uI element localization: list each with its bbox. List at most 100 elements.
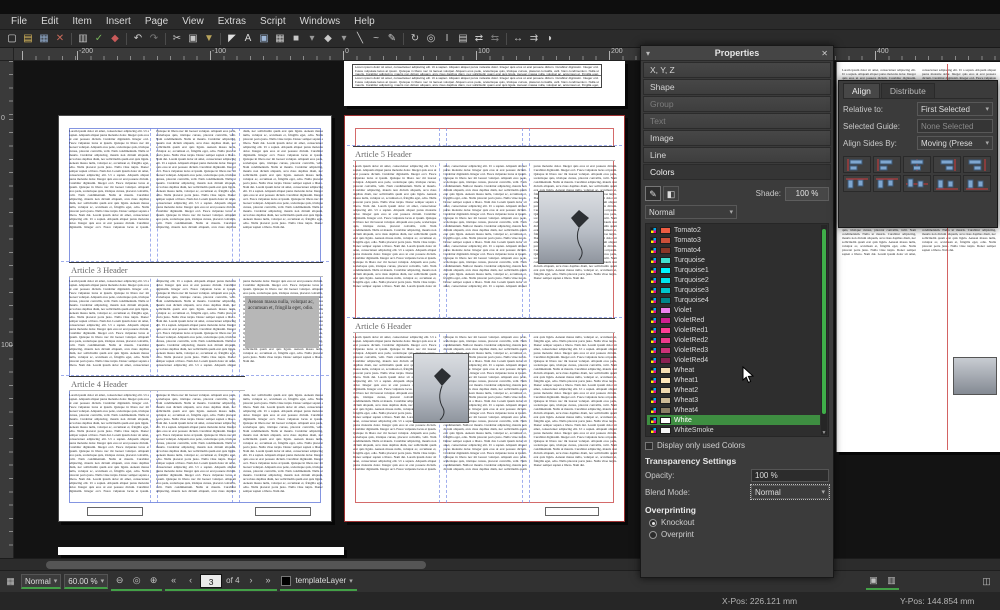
copy-icon[interactable]: ▣ xyxy=(185,31,201,46)
insert-bezier-icon[interactable]: ~ xyxy=(368,31,384,46)
next-page-partial[interactable] xyxy=(58,547,344,555)
close-icon[interactable]: ✕ xyxy=(821,49,828,58)
vertical-ruler[interactable]: 0100200 xyxy=(0,61,14,558)
align-left-edges-button[interactable] xyxy=(873,156,901,173)
ruler-corner[interactable] xyxy=(0,48,14,61)
menu-extras[interactable]: Extras xyxy=(211,15,253,28)
link-text-frames-icon[interactable]: ⇄ xyxy=(471,31,487,46)
insert-shape-icon[interactable]: ■ xyxy=(288,31,304,46)
color-row-wheat3[interactable]: Wheat3 xyxy=(647,395,820,405)
measurements-icon[interactable]: ↔ xyxy=(510,31,526,46)
photo-frame[interactable] xyxy=(953,357,997,395)
color-row-violet[interactable]: Violet xyxy=(647,305,820,315)
color-row-whitesmoke[interactable]: WhiteSmoke xyxy=(647,425,820,435)
article-6-header[interactable]: Article 6 Header xyxy=(353,318,615,333)
align-left-to-right-of-anchor-button[interactable] xyxy=(963,156,991,173)
scroll-down-icon[interactable]: ▼ xyxy=(821,430,827,436)
align-top-to-bottom-of-anchor-button[interactable] xyxy=(963,175,991,192)
menu-view[interactable]: View xyxy=(175,15,211,28)
page-number-frame[interactable] xyxy=(87,507,143,516)
color-row-wheat1[interactable]: Wheat1 xyxy=(647,375,820,385)
section-colors[interactable]: Colors xyxy=(643,164,831,180)
menu-page[interactable]: Page xyxy=(138,15,175,28)
redo-icon[interactable]: ↷ xyxy=(146,31,162,46)
page-number-field[interactable]: 3 xyxy=(200,574,222,588)
section-line[interactable]: Line xyxy=(643,147,831,163)
color-row-wheat2[interactable]: Wheat2 xyxy=(647,385,820,395)
color-row-wheat[interactable]: Wheat xyxy=(647,365,820,375)
color-row-turquoise[interactable]: Turquoise xyxy=(647,255,820,265)
scrollbar-thumb[interactable] xyxy=(822,229,826,414)
color-row-violetred4[interactable]: VioletRed4 xyxy=(647,355,820,365)
display-used-colors-row[interactable]: Display only used Colors xyxy=(645,441,829,450)
polygon-dropdown-icon[interactable]: ▾ xyxy=(336,31,352,46)
horizontal-ruler[interactable]: -200-1000100200300400 xyxy=(14,48,1000,61)
align-bottom-to-top-of-anchor-button[interactable] xyxy=(843,175,871,192)
text-frame[interactable]: Lorem ipsum dolor sit amet, consectetuer… xyxy=(69,129,323,259)
align-right-to-left-of-anchor-button[interactable] xyxy=(843,156,871,173)
text-frame[interactable]: Lorem ipsum dolor sit amet, consectetuer… xyxy=(353,335,617,503)
masthead-frame[interactable]: Lorem ipsum dolor sit amet, consectetuer… xyxy=(352,64,602,88)
unlink-text-frames-icon[interactable]: ⇆ xyxy=(487,31,503,46)
color-list-scrollbar[interactable] xyxy=(821,225,827,435)
save-icon[interactable]: ▦ xyxy=(36,31,52,46)
page-left[interactable]: Lorem ipsum dolor sit amet, consectetuer… xyxy=(58,115,332,522)
panel-collapse-icon[interactable]: ▾ xyxy=(646,49,650,58)
insert-polygon-icon[interactable]: ◆ xyxy=(320,31,336,46)
open-document-icon[interactable]: ▤ xyxy=(20,31,36,46)
properties-panel-titlebar[interactable]: ▾ Properties ✕ xyxy=(641,46,833,61)
color-row-violetred2[interactable]: VioletRed2 xyxy=(647,335,820,345)
overprint-radio[interactable]: Overprint xyxy=(649,530,829,539)
export-pdf-icon[interactable]: ◆ xyxy=(107,31,123,46)
display-used-colors-checkbox[interactable] xyxy=(645,442,653,450)
kite-photo-1[interactable] xyxy=(538,191,604,264)
color-row-tomato2[interactable]: Tomato2 xyxy=(647,225,820,235)
insert-freehand-icon[interactable]: ✎ xyxy=(384,31,400,46)
align-center-horizontal-button[interactable] xyxy=(903,156,931,173)
insert-image-frame-icon[interactable]: ▣ xyxy=(256,31,272,46)
layer-select[interactable]: templateLayer▾ xyxy=(293,573,356,588)
image-quality-select[interactable]: Normal▾ xyxy=(21,574,61,589)
section-group[interactable]: Group xyxy=(643,96,831,112)
toggle-images-icon[interactable]: ▣ xyxy=(866,573,881,588)
last-page-icon[interactable]: » xyxy=(261,573,276,588)
page-right[interactable]: Article 5 Header Lorem ipsum dolor sit a… xyxy=(344,115,625,522)
menu-insert[interactable]: Insert xyxy=(99,15,138,28)
page-number-frame[interactable] xyxy=(255,507,311,516)
align-sides-select[interactable]: Moving (Prese▾ xyxy=(917,136,993,150)
insert-table-icon[interactable]: ▦ xyxy=(272,31,288,46)
edit-contents-icon[interactable]: I xyxy=(439,31,455,46)
cut-icon[interactable]: ✂ xyxy=(169,31,185,46)
color-row-tomato4[interactable]: Tomato4 xyxy=(647,245,820,255)
section-xyz[interactable]: X, Y, Z xyxy=(643,62,831,78)
preflight-verifier-icon[interactable]: ✓ xyxy=(91,31,107,46)
page-number-frame[interactable] xyxy=(545,507,599,516)
shape-dropdown-icon[interactable]: ▾ xyxy=(304,31,320,46)
undo-icon[interactable]: ↶ xyxy=(130,31,146,46)
color-row-violetred[interactable]: VioletRed xyxy=(647,315,820,325)
menu-item[interactable]: Item xyxy=(65,15,98,28)
align-bottom-edges-button[interactable] xyxy=(933,175,961,192)
align-top-edges-button[interactable] xyxy=(873,175,901,192)
next-page-icon[interactable]: › xyxy=(244,573,259,588)
close-document-icon[interactable]: ✕ xyxy=(52,31,68,46)
copy-properties-icon[interactable]: ⇉ xyxy=(526,31,542,46)
color-row-violetred3[interactable]: VioletRed3 xyxy=(647,345,820,355)
previous-page-icon[interactable]: ‹ xyxy=(183,573,198,588)
knockout-radio[interactable]: Knockout xyxy=(649,518,829,527)
menu-file[interactable]: File xyxy=(4,15,34,28)
fill-blend-select[interactable]: Normal▾ xyxy=(645,205,737,219)
color-row-turquoise2[interactable]: Turquoise2 xyxy=(647,275,820,285)
color-row-turquoise3[interactable]: Turquoise3 xyxy=(647,285,820,295)
menu-windows[interactable]: Windows xyxy=(293,15,348,28)
color-row-turquoise1[interactable]: Turquoise1 xyxy=(647,265,820,275)
color-row-violetred1[interactable]: VioletRed1 xyxy=(647,325,820,335)
color-row-wheat4[interactable]: Wheat4 xyxy=(647,405,820,415)
zoom-icon[interactable]: ◎ xyxy=(423,31,439,46)
document-outline-icon[interactable]: ▦ xyxy=(3,574,18,589)
scrollbar-thumb[interactable] xyxy=(46,561,426,569)
article-4-header[interactable]: Article 4 Header xyxy=(69,376,245,391)
shade-button[interactable]: 100 % xyxy=(785,187,829,201)
insert-text-frame-icon[interactable]: A xyxy=(240,31,256,46)
menu-edit[interactable]: Edit xyxy=(34,15,65,28)
